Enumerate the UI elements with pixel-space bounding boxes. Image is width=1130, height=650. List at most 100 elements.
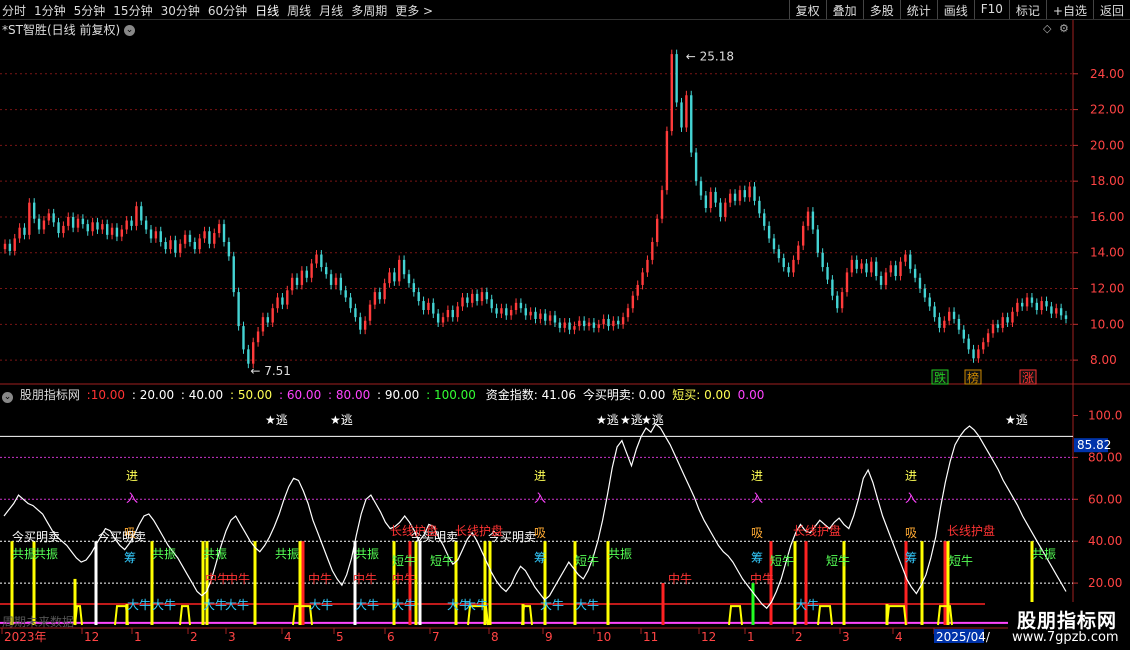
indicator-annotation: 短牛 xyxy=(430,553,454,568)
candle-body xyxy=(1040,301,1043,310)
price-tick-label: 16.00 xyxy=(1090,210,1124,224)
candle-body xyxy=(909,254,912,269)
level-2: : 40.00 xyxy=(177,388,224,402)
candle-body xyxy=(509,310,513,316)
candle-body xyxy=(149,229,153,239)
candle-body xyxy=(665,131,669,191)
candle-body xyxy=(1016,302,1019,312)
candle-body xyxy=(938,317,941,328)
candle-body xyxy=(943,320,946,328)
candle-body xyxy=(266,317,270,323)
candle-body xyxy=(363,320,367,330)
candle-body xyxy=(952,311,956,319)
candle-body xyxy=(471,293,474,303)
ind-tick-label: 20.00 xyxy=(1088,576,1122,590)
indicator-annotation: 筹 xyxy=(534,551,546,565)
price-tick-label: 18.00 xyxy=(1090,174,1124,188)
candle-body xyxy=(295,277,299,285)
candle-body xyxy=(899,261,902,276)
candle-body xyxy=(670,54,673,132)
indicator-name[interactable]: 股朋指标网 xyxy=(20,388,80,402)
high-label: ← 25.18 xyxy=(686,50,734,64)
candle-body xyxy=(587,322,591,327)
candle-body xyxy=(811,211,815,230)
indicator-annotation: 大牛 xyxy=(225,597,249,612)
candle-body xyxy=(631,295,635,309)
indicator-annotation: 筹 xyxy=(124,551,136,565)
candle-body xyxy=(57,222,60,234)
candle-body xyxy=(889,265,892,273)
candle-body xyxy=(208,231,211,244)
indicator-annotation: 共振 xyxy=(152,547,176,561)
candle-body xyxy=(281,297,284,305)
candle-body xyxy=(514,302,518,310)
candle-body xyxy=(758,200,761,214)
candle-body xyxy=(947,311,951,321)
candle-body xyxy=(685,95,688,128)
candle-body xyxy=(529,311,532,316)
candle-body xyxy=(1064,315,1068,319)
candle-body xyxy=(106,224,109,235)
candle-body xyxy=(1025,297,1029,307)
indicator-annotation: 大牛 xyxy=(392,597,416,612)
candle-body xyxy=(821,252,824,268)
date-label: 2025/04/ xyxy=(936,630,991,644)
candle-body xyxy=(349,297,352,309)
watermark-line2: www.7gpzb.com xyxy=(1012,630,1119,645)
date-label: 2 xyxy=(190,630,198,644)
candle-body xyxy=(782,258,785,268)
candle-body xyxy=(519,302,523,309)
candle-body xyxy=(704,195,708,208)
candle-body xyxy=(553,315,557,323)
candle-body xyxy=(3,243,7,250)
candle-body xyxy=(174,240,177,253)
candle-body xyxy=(247,349,250,364)
candle-body xyxy=(305,270,308,278)
candle-body xyxy=(879,276,883,285)
ind-tick-label: 80.00 xyxy=(1088,450,1122,464)
indicator-annotation: ★逃 xyxy=(596,413,619,427)
candle-body xyxy=(91,222,94,232)
candle-body xyxy=(402,259,406,275)
candle-body xyxy=(300,270,304,285)
indicator-annotation: 大牛 xyxy=(309,597,333,612)
candle-body xyxy=(325,267,328,275)
candle-body xyxy=(37,218,41,230)
indicator-annotation: 共振 xyxy=(355,547,379,561)
candle-body xyxy=(183,234,187,244)
candle-body xyxy=(334,277,338,285)
candle-body xyxy=(86,224,89,232)
candle-body xyxy=(1035,302,1038,310)
candle-body xyxy=(738,190,742,201)
candle-body xyxy=(1020,302,1024,307)
indicator-annotation: 入 xyxy=(534,491,546,505)
indicator-annotation: 长线护盘 xyxy=(947,523,995,538)
short-buy-value: 短买: 0.00 xyxy=(672,388,731,402)
indicator-annotation: 大牛 xyxy=(355,597,379,612)
collapse-icon[interactable]: ⌄ xyxy=(2,392,13,403)
candle-body xyxy=(500,308,503,314)
candle-body xyxy=(928,297,931,307)
candle-body xyxy=(894,265,897,276)
low-label: ← 7.51 xyxy=(250,364,291,378)
candle-body xyxy=(724,202,727,217)
candle-body xyxy=(982,342,985,350)
candle-body xyxy=(957,318,961,330)
candle-body xyxy=(840,292,844,309)
candle-body xyxy=(485,292,489,300)
candle-body xyxy=(495,308,498,314)
candle-body xyxy=(767,225,771,239)
candle-body xyxy=(135,206,138,226)
candle-body xyxy=(568,322,571,330)
candle-body xyxy=(690,95,693,153)
candle-body xyxy=(33,202,36,219)
candle-body xyxy=(850,259,854,273)
candle-body xyxy=(256,331,260,343)
indicator-annotation: 入 xyxy=(126,491,138,505)
indicator-annotation: 大牛 xyxy=(127,597,151,612)
candle-body xyxy=(203,231,206,239)
candle-body xyxy=(563,322,566,328)
signal-bar xyxy=(94,541,98,625)
candle-body xyxy=(524,308,527,316)
candle-body xyxy=(76,218,80,228)
